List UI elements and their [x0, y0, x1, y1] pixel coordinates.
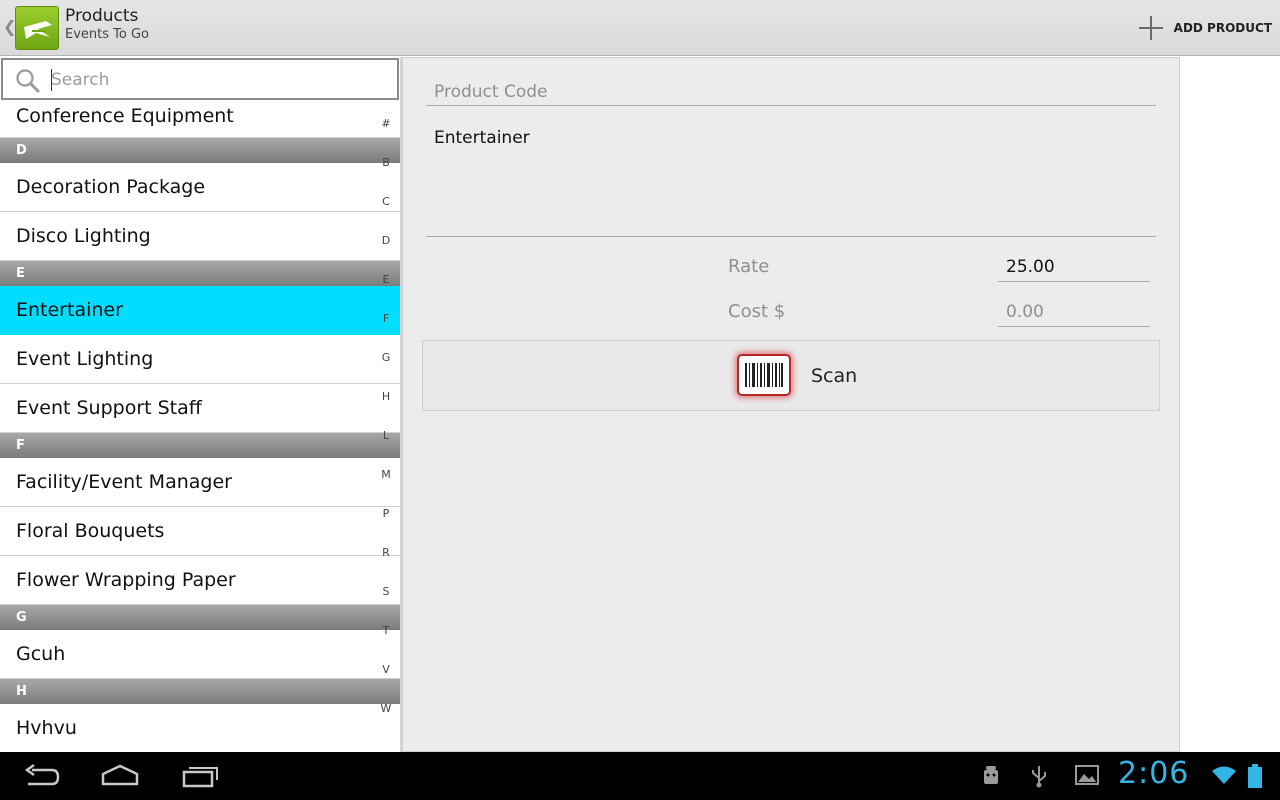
- index-letter[interactable]: G: [376, 351, 396, 364]
- list-item-label: Event Support Staff: [16, 397, 202, 419]
- list-item[interactable]: Decoration Package: [0, 163, 400, 212]
- list-item-label: Flower Wrapping Paper: [16, 569, 236, 591]
- text-cursor: [51, 69, 52, 91]
- search-input[interactable]: [51, 67, 381, 93]
- product-list-pane: Conference Equipment D Decoration Package D…: [0, 57, 400, 752]
- cost-placeholder: 0.00: [1006, 302, 1044, 322]
- scan-label: Scan: [811, 365, 858, 387]
- index-letter[interactable]: T: [376, 624, 396, 637]
- list-item[interactable]: Disco Lighting: [0, 212, 400, 261]
- android-debug-icon: [980, 764, 1002, 792]
- list-item[interactable]: Facility/Event Manager: [0, 458, 400, 507]
- plus-icon: [1138, 15, 1164, 41]
- section-header: D: [0, 138, 400, 163]
- recent-apps-icon[interactable]: [180, 762, 220, 794]
- index-letter[interactable]: W: [376, 702, 396, 715]
- add-product-label: ADD PRODUCT: [1173, 21, 1272, 35]
- section-header-label: E: [16, 266, 25, 281]
- index-letter[interactable]: S: [376, 585, 396, 598]
- rate-value: 25.00: [1006, 257, 1055, 277]
- product-detail-pane: Product Code Entertainer Rate 25.00 Cost…: [402, 57, 1180, 752]
- list-item-label: Disco Lighting: [16, 225, 151, 247]
- index-letter[interactable]: L: [376, 429, 396, 442]
- list-item[interactable]: Event Support Staff: [0, 384, 400, 433]
- rate-field[interactable]: 25.00: [998, 254, 1150, 282]
- section-header-label: H: [16, 684, 27, 699]
- list-item[interactable]: Conference Equipment: [0, 102, 400, 138]
- index-letter[interactable]: R: [376, 546, 396, 559]
- list-item[interactable]: Hvhvu: [0, 704, 400, 752]
- index-letter[interactable]: H: [376, 390, 396, 403]
- list-item[interactable]: Entertainer: [0, 286, 400, 335]
- search-box[interactable]: [1, 58, 399, 100]
- cost-field[interactable]: 0.00: [998, 299, 1150, 327]
- index-letter[interactable]: D: [376, 234, 396, 247]
- product-name-value: Entertainer: [434, 128, 530, 148]
- rate-label: Rate: [728, 256, 770, 277]
- action-bar: ❮ Products Events To Go ADD PRODUCT: [0, 0, 1280, 56]
- status-clock: 2:06: [1118, 756, 1190, 791]
- section-header: F: [0, 433, 400, 458]
- section-header-label: D: [16, 143, 27, 158]
- alphabet-index-bar[interactable]: # B C D E F G H L M P R S T V W: [376, 57, 398, 752]
- product-name-field[interactable]: Entertainer: [426, 116, 1156, 237]
- scan-button[interactable]: Scan: [422, 340, 1160, 411]
- wifi-icon: [1210, 764, 1238, 790]
- events-app-icon[interactable]: [15, 6, 59, 50]
- index-letter[interactable]: E: [376, 273, 396, 286]
- system-nav-bar: 2:06: [0, 752, 1280, 800]
- barcode-icon: [737, 354, 791, 396]
- index-letter[interactable]: P: [376, 507, 396, 520]
- list-item[interactable]: Event Lighting: [0, 335, 400, 384]
- list-item[interactable]: Floral Bouquets: [0, 507, 400, 556]
- add-product-button[interactable]: ADD PRODUCT: [1138, 12, 1272, 44]
- usb-icon: [1030, 764, 1048, 792]
- section-header: E: [0, 261, 400, 286]
- page-subtitle: Events To Go: [65, 27, 149, 42]
- list-item[interactable]: Flower Wrapping Paper: [0, 556, 400, 605]
- index-letter[interactable]: C: [376, 195, 396, 208]
- index-letter[interactable]: V: [376, 663, 396, 676]
- list-item-label: Floral Bouquets: [16, 520, 165, 542]
- list-item-label: Facility/Event Manager: [16, 471, 232, 493]
- section-header-label: F: [16, 438, 25, 453]
- list-item-label: Entertainer: [16, 299, 123, 321]
- section-header: G: [0, 605, 400, 630]
- image-notification-icon: [1075, 764, 1099, 790]
- battery-icon: [1248, 764, 1262, 792]
- list-item-label: Event Lighting: [16, 348, 154, 370]
- list-item-label: Conference Equipment: [16, 105, 234, 127]
- index-letter[interactable]: F: [376, 312, 396, 325]
- search-icon: [15, 68, 41, 98]
- section-header: H: [0, 679, 400, 704]
- page-title: Products: [65, 6, 139, 26]
- list-item-label: Hvhvu: [16, 717, 77, 739]
- product-code-placeholder: Product Code: [434, 82, 548, 102]
- index-letter[interactable]: M: [376, 468, 396, 481]
- list-item-label: Decoration Package: [16, 176, 206, 198]
- list-item-label: Gcuh: [16, 643, 66, 665]
- product-code-field[interactable]: Product Code: [426, 80, 1156, 106]
- section-header-label: G: [16, 610, 27, 625]
- index-letter[interactable]: B: [376, 156, 396, 169]
- cost-label: Cost $: [728, 301, 786, 322]
- index-letter[interactable]: #: [376, 117, 396, 130]
- home-icon[interactable]: [100, 762, 140, 794]
- right-empty-area: [1180, 57, 1280, 752]
- back-icon[interactable]: [22, 762, 62, 794]
- product-list[interactable]: Conference Equipment D Decoration Package D…: [0, 102, 400, 752]
- list-item[interactable]: Gcuh: [0, 630, 400, 679]
